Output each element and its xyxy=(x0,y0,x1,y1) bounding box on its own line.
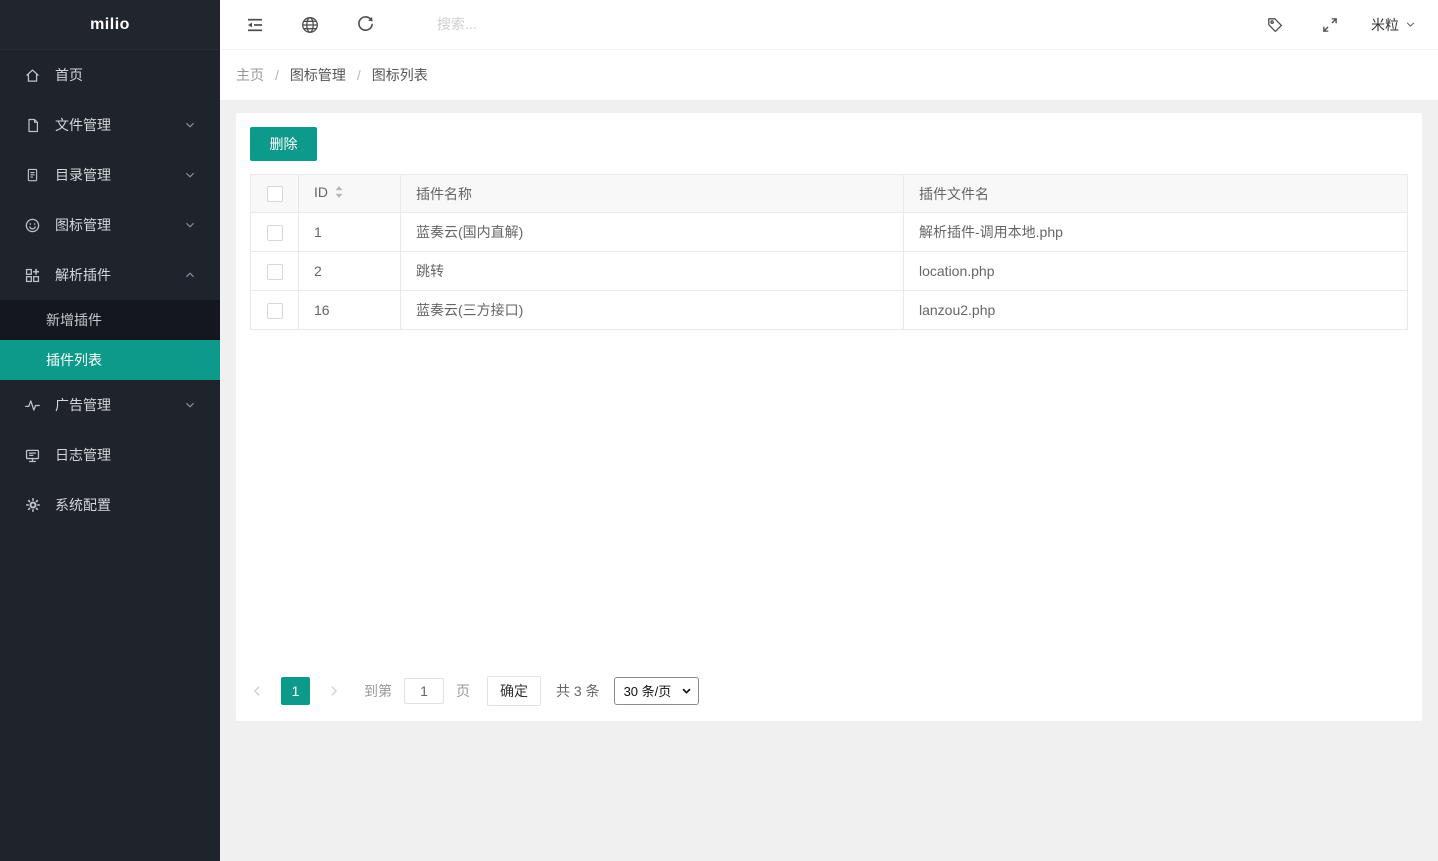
table-header-row: ID 插件名称 插件文件名 xyxy=(251,175,1408,213)
content-area: 删除 ID 插件名称 插件文件名 xyxy=(220,101,1438,861)
sidebar-item-plugins[interactable]: 解析插件 xyxy=(0,250,220,300)
cell-id: 1 xyxy=(299,213,401,252)
cell-name: 跳转 xyxy=(401,252,904,291)
brand-title: milio xyxy=(0,0,220,50)
sidebar: milio 首页 文件管理 目录管 xyxy=(0,0,220,861)
gear-icon xyxy=(24,497,41,514)
chevron-down-icon xyxy=(184,169,196,181)
topbar: 米粒 xyxy=(220,0,1438,50)
fullscreen-icon[interactable] xyxy=(1319,14,1341,36)
next-page-icon[interactable] xyxy=(327,684,341,698)
plugins-submenu: 新增插件 插件列表 xyxy=(0,300,220,380)
sidebar-item-files[interactable]: 文件管理 xyxy=(0,100,220,150)
goto-page-prefix: 到第 xyxy=(364,681,392,701)
sidebar-item-logs[interactable]: 日志管理 xyxy=(0,430,220,480)
refresh-icon[interactable] xyxy=(354,14,376,36)
breadcrumb-icon-management: 图标管理 xyxy=(290,65,346,85)
pulse-icon xyxy=(24,397,41,414)
column-header-label: ID xyxy=(314,184,328,200)
document-icon xyxy=(24,167,41,184)
plugin-list-card: 删除 ID 插件名称 插件文件名 xyxy=(236,113,1422,721)
sidebar-item-settings[interactable]: 系统配置 xyxy=(0,480,220,530)
cell-name: 蓝奏云(国内直解) xyxy=(401,213,904,252)
breadcrumb-home[interactable]: 主页 xyxy=(236,65,264,85)
sidebar-item-label: 日志管理 xyxy=(55,445,196,465)
user-menu[interactable]: 米粒 xyxy=(1371,15,1416,35)
sidebar-item-label: 首页 xyxy=(55,65,196,85)
sidebar-nav: 首页 文件管理 目录管理 xyxy=(0,50,220,530)
sidebar-item-label: 目录管理 xyxy=(55,165,184,185)
goto-page-input[interactable] xyxy=(404,678,444,704)
home-icon xyxy=(24,67,41,84)
column-header-file: 插件文件名 xyxy=(904,175,1408,213)
sidebar-item-directory[interactable]: 目录管理 xyxy=(0,150,220,200)
breadcrumb-separator: / xyxy=(357,67,361,83)
breadcrumb-separator: / xyxy=(275,67,279,83)
current-page-button[interactable]: 1 xyxy=(281,677,310,705)
search-box xyxy=(437,16,597,34)
topbar-right: 米粒 xyxy=(1231,14,1416,36)
file-icon xyxy=(24,117,41,134)
row-checkbox[interactable] xyxy=(267,303,283,319)
confirm-page-button[interactable]: 确定 xyxy=(487,676,541,706)
sidebar-item-label: 图标管理 xyxy=(55,215,184,235)
sidebar-item-label: 文件管理 xyxy=(55,115,184,135)
smiley-icon xyxy=(24,217,41,234)
chevron-down-icon xyxy=(184,399,196,411)
prev-page-icon[interactable] xyxy=(250,684,264,698)
sidebar-item-label: 广告管理 xyxy=(55,395,184,415)
monitor-icon xyxy=(24,447,41,464)
sidebar-item-home[interactable]: 首页 xyxy=(0,50,220,100)
breadcrumb: 主页 / 图标管理 / 图标列表 xyxy=(220,50,1438,101)
sort-icon[interactable] xyxy=(334,184,344,203)
app-root: milio 首页 文件管理 目录管 xyxy=(0,0,1438,861)
cell-name: 蓝奏云(三方接口) xyxy=(401,291,904,330)
cell-id: 16 xyxy=(299,291,401,330)
sidebar-item-label: 解析插件 xyxy=(55,265,184,285)
table-row: 16 蓝奏云(三方接口) lanzou2.php xyxy=(251,291,1408,330)
cell-file: lanzou2.php xyxy=(904,291,1408,330)
cell-file: 解析插件-调用本地.php xyxy=(904,213,1408,252)
breadcrumb-icon-list: 图标列表 xyxy=(372,65,428,85)
column-header-name: 插件名称 xyxy=(401,175,904,213)
main-area: 米粒 主页 / 图标管理 / 图标列表 删除 xyxy=(220,0,1438,861)
cell-id: 2 xyxy=(299,252,401,291)
column-header-id: ID xyxy=(299,175,401,213)
page-size-select[interactable]: 30 条/页 xyxy=(614,677,699,705)
collapse-sidebar-icon[interactable] xyxy=(244,14,266,36)
table-empty-space xyxy=(250,330,1408,676)
delete-button[interactable]: 删除 xyxy=(250,127,317,161)
globe-icon[interactable] xyxy=(299,14,321,36)
chevron-down-icon xyxy=(184,119,196,131)
sidebar-item-label: 系统配置 xyxy=(55,495,196,515)
plugin-table: ID 插件名称 插件文件名 1 蓝奏云(国内直解) 解析插件-调用本地.php xyxy=(250,174,1408,330)
username: 米粒 xyxy=(1371,15,1399,35)
table-row: 1 蓝奏云(国内直解) 解析插件-调用本地.php xyxy=(251,213,1408,252)
row-checkbox[interactable] xyxy=(267,264,283,280)
submenu-item-add-plugin[interactable]: 新增插件 xyxy=(0,300,220,340)
page-size-select-wrap: 30 条/页 xyxy=(614,677,699,705)
total-count-label: 共 3 条 xyxy=(556,681,600,701)
blocks-icon xyxy=(24,267,41,284)
cell-file: location.php xyxy=(904,252,1408,291)
goto-page-suffix: 页 xyxy=(456,681,470,701)
sidebar-item-icons[interactable]: 图标管理 xyxy=(0,200,220,250)
sidebar-item-ads[interactable]: 广告管理 xyxy=(0,380,220,430)
table-row: 2 跳转 location.php xyxy=(251,252,1408,291)
chevron-down-icon xyxy=(184,219,196,231)
tag-icon[interactable] xyxy=(1264,14,1286,36)
submenu-item-plugin-list[interactable]: 插件列表 xyxy=(0,340,220,380)
chevron-up-icon xyxy=(184,269,196,281)
chevron-down-icon xyxy=(1405,19,1416,30)
row-checkbox[interactable] xyxy=(267,225,283,241)
pagination: 1 到第 页 确定 共 3 条 30 条/页 xyxy=(250,676,1408,706)
search-input[interactable] xyxy=(437,16,597,32)
select-all-checkbox[interactable] xyxy=(267,186,283,202)
